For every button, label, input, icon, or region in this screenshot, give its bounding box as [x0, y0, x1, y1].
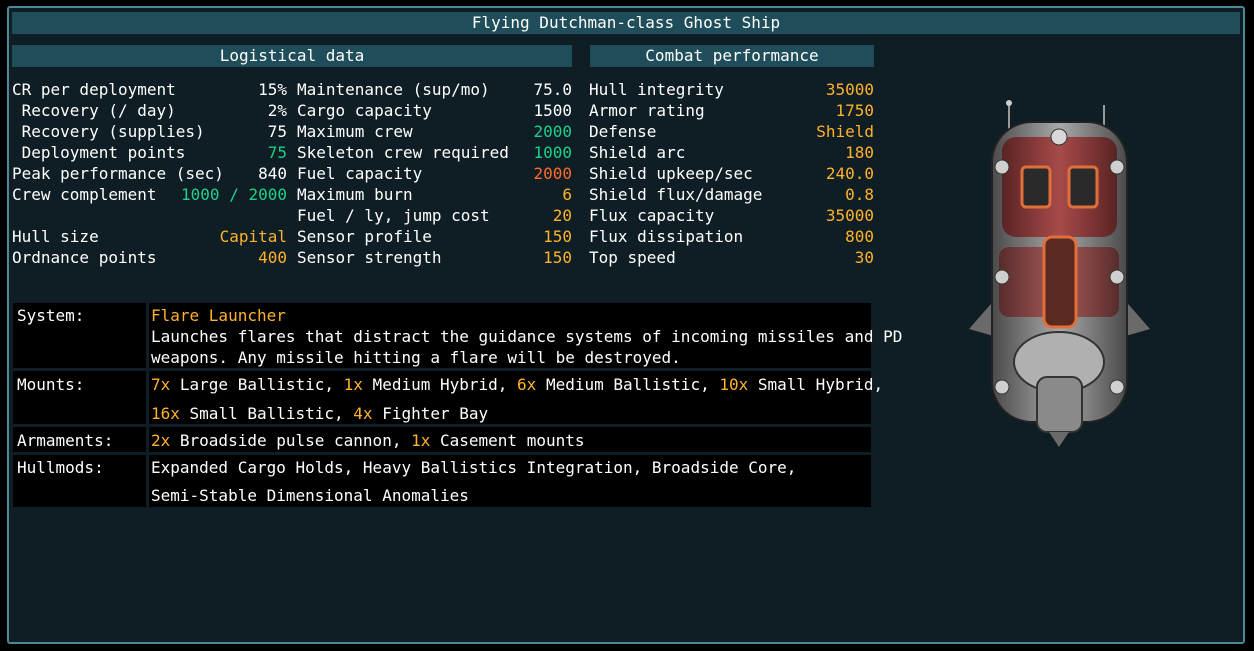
stat-value: Shield — [816, 122, 874, 141]
stat-value: 1000 — [533, 143, 572, 162]
stat-label: Skeleton crew required — [297, 143, 509, 162]
mounts-line: 7x Large Ballistic, 1x Medium Hybrid, 6x… — [151, 374, 883, 395]
mounts-line: 16x Small Ballistic, 4x Fighter Bay — [151, 403, 488, 424]
ship-sprite — [969, 100, 1150, 447]
stat-label: Hull size — [12, 227, 99, 246]
stat-label: Recovery (/ day) — [12, 101, 176, 120]
stat-value: 15% — [258, 80, 287, 99]
stat-label: Maximum burn — [297, 185, 413, 204]
mounts-label: Mounts: — [17, 375, 85, 394]
stat-label: Maximum crew — [297, 122, 413, 141]
hullmods-line: Semi-Stable Dimensional Anomalies — [151, 486, 469, 505]
stat-label: Defense — [589, 122, 657, 141]
system-label-cell: System: — [13, 303, 146, 368]
stat-value: 2000 — [533, 164, 572, 183]
mount-count: 16x — [151, 404, 180, 423]
armament-name: Broadside pulse cannon, — [170, 431, 412, 450]
hullmods-line: Expanded Cargo Holds, Heavy Ballistics I… — [151, 458, 797, 477]
stat-label: Sensor strength — [297, 248, 442, 267]
stat-value: 840 — [258, 164, 287, 183]
stat-label: Fuel capacity — [297, 164, 423, 183]
stat-label: Flux capacity — [589, 206, 715, 225]
armament-name: Casement mounts — [430, 431, 585, 450]
stat-value: 1750 — [835, 101, 874, 120]
mount-name: Small Hybrid, — [748, 375, 884, 394]
mount-name: Large Ballistic, — [170, 375, 344, 394]
armament-count: 2x — [151, 431, 171, 450]
mounts-label-cell: Mounts: — [13, 371, 146, 424]
mount-count: 1x — [343, 375, 363, 394]
stat-label: Shield arc — [589, 143, 686, 162]
armaments-value-cell: 2x Broadside pulse cannon, 1x Casement m… — [149, 427, 871, 452]
stat-value: 400 — [258, 248, 287, 267]
mount-count: 10x — [719, 375, 749, 394]
stat-label: Armor rating — [589, 101, 705, 120]
mount-count: 4x — [353, 404, 373, 423]
stat-value: 1000 / 2000 — [181, 185, 287, 204]
stat-label: Shield upkeep/sec — [589, 164, 753, 183]
stat-value: 0.8 — [845, 185, 874, 204]
system-label: System: — [17, 306, 85, 325]
stat-label: Flux dissipation — [589, 227, 744, 246]
stat-value: 35000 — [825, 206, 874, 225]
system-name: Flare Launcher — [151, 306, 286, 325]
stat-value: Capital — [219, 227, 287, 246]
mounts-value-cell: 7x Large Ballistic, 1x Medium Hybrid, 6x… — [149, 371, 883, 424]
ship-info-panel: Flying Dutchman-class Ghost Ship Logisti… — [7, 6, 1245, 644]
stat-value: 75 — [267, 143, 287, 162]
mount-name: Fighter Bay — [372, 404, 489, 423]
stat-value: 180 — [845, 143, 874, 162]
stat-value: 6 — [562, 185, 572, 204]
stat-value: 20 — [552, 206, 572, 225]
stat-label: Recovery (supplies) — [12, 122, 205, 141]
stat-value: 240.0 — [825, 164, 874, 183]
ship-details-table: System: Flare Launcher Launches flares t… — [13, 303, 902, 507]
stat-value: 2000 — [533, 122, 572, 141]
stat-label: Maintenance (sup/mo) — [297, 80, 490, 99]
window-title: Flying Dutchman-class Ghost Ship — [12, 12, 1240, 34]
hullmods-label: Hullmods: — [17, 458, 104, 477]
stat-label: Ordnance points — [12, 248, 157, 267]
stat-label: Hull integrity — [589, 80, 724, 99]
mount-name: Small Ballistic, — [179, 404, 354, 423]
mount-name: Medium Ballistic, — [536, 375, 720, 394]
system-description-line: Launches flares that distract the guidan… — [151, 327, 903, 346]
stat-label: Shield flux/damage — [589, 185, 763, 204]
armaments-line: 2x Broadside pulse cannon, 1x Casement m… — [151, 430, 584, 451]
stat-value: 30 — [854, 248, 874, 267]
stat-label: Cargo capacity — [297, 101, 432, 120]
stat-value: 1500 — [533, 101, 572, 120]
stat-label: Deployment points — [12, 143, 186, 162]
mount-count: 7x — [151, 375, 171, 394]
stat-value: 35000 — [825, 80, 874, 99]
mount-name: Medium Hybrid, — [362, 375, 518, 394]
stat-label: CR per deployment — [12, 80, 176, 99]
stat-value: 2% — [267, 101, 287, 120]
armaments-label-cell: Armaments: — [13, 427, 146, 452]
hullmods-value-cell: Expanded Cargo Holds, Heavy Ballistics I… — [149, 455, 871, 507]
stat-value: 75.0 — [533, 80, 572, 99]
screen: Flying Dutchman-class Ghost Ship Logisti… — [0, 0, 1254, 651]
combat-header: Combat performance — [590, 45, 874, 67]
system-description-line: weapons. Any missile hitting a flare wil… — [151, 348, 681, 367]
stat-label: Fuel / ly, jump cost — [297, 206, 490, 225]
stat-label: Top speed — [589, 248, 676, 267]
logistics-header: Logistical data — [12, 45, 572, 67]
stat-label: Sensor profile — [297, 227, 432, 246]
stat-label: Crew complement — [12, 185, 157, 204]
mount-count: 6x — [517, 375, 537, 394]
stat-value: 800 — [845, 227, 874, 246]
armaments-label: Armaments: — [17, 431, 114, 450]
stat-value: 150 — [543, 227, 572, 246]
armament-count: 1x — [411, 431, 431, 450]
stat-value: 150 — [543, 248, 572, 267]
hullmods-label-cell: Hullmods: — [13, 455, 146, 507]
system-value-cell: Flare Launcher Launches flares that dist… — [149, 303, 902, 368]
stat-value: 75 — [267, 122, 287, 141]
